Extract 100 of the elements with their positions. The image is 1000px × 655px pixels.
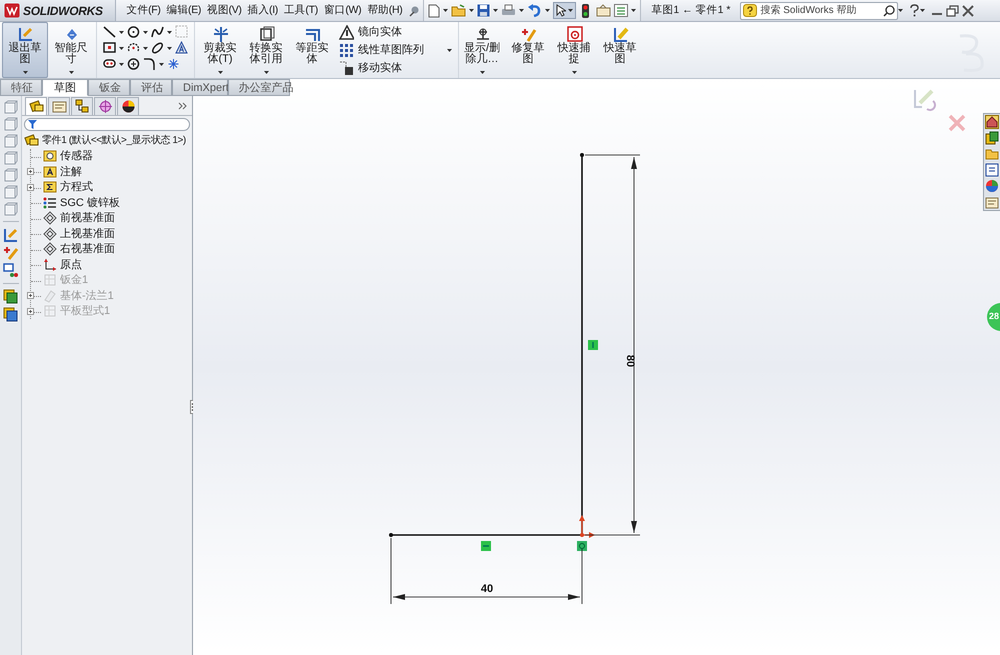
ribbon-button[interactable]: 修复草图 bbox=[505, 22, 551, 78]
fillet-icon[interactable] bbox=[143, 57, 156, 71]
caret-icon[interactable] bbox=[480, 71, 484, 74]
ellipse-icon[interactable] bbox=[151, 41, 164, 55]
caret-icon[interactable] bbox=[159, 62, 164, 66]
ribbon-button[interactable]: 移动实体 bbox=[339, 60, 444, 76]
expand-toggle-icon[interactable] bbox=[27, 184, 34, 190]
menu-item[interactable]: 窗口(W) bbox=[320, 2, 364, 18]
caret-icon[interactable] bbox=[68, 71, 74, 74]
caret-icon[interactable] bbox=[143, 30, 148, 34]
tab[interactable]: 钣金 bbox=[88, 79, 130, 96]
pencil-plus-icon[interactable] bbox=[3, 245, 18, 260]
spline-icon[interactable] bbox=[151, 25, 164, 39]
pin-icon[interactable] bbox=[408, 4, 420, 16]
undo-icon[interactable] bbox=[527, 4, 542, 17]
layers-icon[interactable] bbox=[3, 289, 18, 304]
caret-icon[interactable] bbox=[119, 30, 124, 34]
configuration-icon[interactable] bbox=[74, 99, 90, 114]
expand-toggle-icon[interactable] bbox=[27, 308, 34, 314]
ribbon-button[interactable]: 显示/删除几… bbox=[459, 22, 505, 78]
tree-item[interactable]: SGC 镀锌板 bbox=[60, 194, 120, 211]
expand-icon[interactable] bbox=[178, 102, 187, 110]
tree-item[interactable]: 前视基准面 bbox=[60, 210, 115, 226]
menu-item[interactable]: 帮助(H) bbox=[364, 2, 406, 18]
filter-field[interactable] bbox=[24, 118, 190, 131]
list-icon[interactable] bbox=[614, 4, 628, 17]
caret-icon[interactable] bbox=[119, 62, 124, 66]
circle-point-icon[interactable] bbox=[127, 57, 140, 71]
ribbon-button[interactable]: 转换实体引用 bbox=[243, 22, 289, 78]
appearance-icon[interactable] bbox=[985, 179, 999, 193]
caret-icon[interactable] bbox=[167, 46, 172, 50]
tree-item[interactable]: 右视基准面 bbox=[60, 241, 115, 258]
caret-icon[interactable] bbox=[119, 46, 124, 50]
expand-toggle-icon[interactable] bbox=[27, 168, 34, 175]
rectangle-icon[interactable] bbox=[103, 41, 116, 55]
home-icon[interactable] bbox=[985, 115, 999, 129]
caret-icon[interactable] bbox=[920, 9, 926, 12]
caret-icon[interactable] bbox=[572, 71, 576, 74]
dimension-value[interactable]: 40 bbox=[480, 583, 494, 595]
tree-item[interactable]: 零件1 (默认<<默认>_显示状态 1>) bbox=[42, 133, 186, 148]
layers-icon[interactable] bbox=[3, 307, 18, 322]
sketch-line[interactable] bbox=[391, 534, 582, 536]
view-palette-icon[interactable] bbox=[985, 163, 999, 177]
ribbon-button[interactable]: 等距实体 bbox=[289, 22, 335, 78]
ribbon-button[interactable]: 线性草图阵列 bbox=[339, 42, 444, 58]
caret-icon[interactable] bbox=[218, 71, 222, 74]
select-button[interactable] bbox=[553, 2, 576, 19]
ribbon-button[interactable]: 快速草图 bbox=[597, 22, 643, 78]
blocks-icon[interactable] bbox=[3, 263, 18, 278]
slot-icon[interactable] bbox=[103, 57, 116, 71]
crosshair-icon[interactable] bbox=[98, 99, 112, 114]
menu-item[interactable]: 文件(F) bbox=[124, 2, 164, 18]
restore-icon[interactable] bbox=[946, 4, 960, 16]
tree-item[interactable]: 注解 bbox=[60, 164, 82, 180]
dimension-value[interactable]: 80 bbox=[624, 354, 636, 368]
tree-item[interactable]: 上视基准面 bbox=[60, 226, 115, 242]
printer-icon[interactable] bbox=[501, 4, 516, 17]
menu-item[interactable]: 编辑(E) bbox=[164, 2, 204, 18]
expand-toggle-icon[interactable] bbox=[27, 292, 34, 299]
caret-icon[interactable] bbox=[898, 9, 904, 12]
caret-icon[interactable] bbox=[22, 71, 28, 74]
caret-icon[interactable] bbox=[469, 9, 474, 12]
menu-item[interactable]: 工具(T) bbox=[281, 2, 321, 18]
caret-icon[interactable] bbox=[143, 46, 148, 50]
caret-icon[interactable] bbox=[545, 9, 550, 12]
tab[interactable]: DimXpert bbox=[172, 79, 228, 96]
tree-item[interactable]: 方程式 bbox=[60, 179, 93, 196]
caret-icon[interactable] bbox=[447, 48, 452, 52]
caret-icon[interactable] bbox=[443, 9, 448, 12]
caret-icon[interactable] bbox=[631, 9, 636, 12]
custom-properties-icon[interactable] bbox=[985, 195, 999, 209]
ribbon-button[interactable]: 镜向实体 bbox=[339, 24, 444, 40]
ribbon-button[interactable]: 剪裁实体(T) bbox=[197, 22, 243, 78]
help-icon[interactable] bbox=[909, 4, 920, 17]
caret-icon[interactable] bbox=[167, 30, 172, 34]
options-icon[interactable] bbox=[596, 4, 612, 17]
tab[interactable]: 评估 bbox=[130, 79, 172, 96]
close-icon[interactable] bbox=[962, 4, 974, 16]
sketch-point[interactable] bbox=[580, 153, 584, 157]
new-document-icon[interactable] bbox=[428, 4, 440, 18]
text-icon[interactable] bbox=[175, 41, 188, 55]
tree-item[interactable]: 传感器 bbox=[60, 148, 93, 164]
property-icon[interactable] bbox=[52, 99, 66, 114]
color-ball-icon[interactable] bbox=[120, 99, 136, 114]
search-field[interactable]: 搜索 SolidWorks 帮助 bbox=[740, 2, 898, 20]
menu-item[interactable]: 视图(V) bbox=[204, 2, 245, 18]
menu-item[interactable]: 插入(I) bbox=[244, 2, 282, 18]
traffic-light-icon[interactable] bbox=[582, 4, 590, 18]
caret-icon[interactable] bbox=[568, 9, 574, 12]
sketch-line[interactable] bbox=[581, 155, 583, 535]
line-icon[interactable] bbox=[103, 25, 116, 39]
circle-icon[interactable] bbox=[127, 25, 140, 39]
tree-item[interactable]: 原点 bbox=[60, 256, 82, 273]
ribbon-button[interactable]: 退出草图 bbox=[2, 22, 48, 78]
save-icon[interactable] bbox=[477, 4, 490, 17]
tab[interactable]: 特征 bbox=[0, 79, 42, 96]
feature-tree-icon[interactable] bbox=[28, 99, 44, 114]
caret-icon[interactable] bbox=[519, 9, 524, 12]
library-icon[interactable] bbox=[985, 131, 999, 145]
pencil-sketch-icon[interactable] bbox=[3, 227, 18, 242]
